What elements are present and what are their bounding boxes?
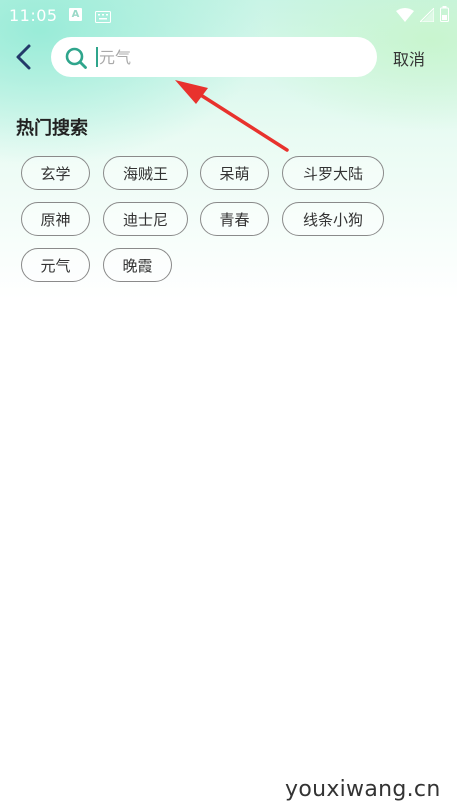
annotation-arrow [175,80,289,152]
watermark: youxiwang.cn [285,777,441,802]
tag-item[interactable]: 迪士尼 [103,202,188,236]
tag-item[interactable]: 原神 [21,202,90,236]
tag-item[interactable]: 晚霞 [103,248,172,282]
tag-item[interactable]: 青春 [200,202,269,236]
tag-item[interactable]: 元气 [21,248,90,282]
tag-item[interactable]: 线条小狗 [282,202,384,236]
